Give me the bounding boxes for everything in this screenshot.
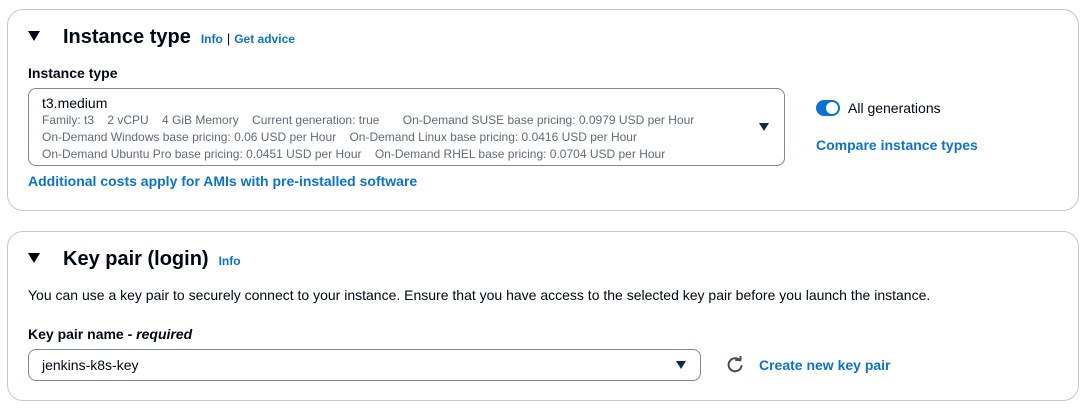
all-generations-toggle[interactable] (816, 100, 840, 116)
key-pair-field-label-text: Key pair name - (28, 326, 137, 342)
key-pair-selected: jenkins-k8s-key (42, 357, 139, 373)
key-pair-description: You can use a key pair to securely conne… (28, 287, 931, 303)
dropdown-caret-icon (759, 123, 769, 131)
instance-type-field-label: Instance type (28, 65, 118, 81)
instance-type-select[interactable]: t3.medium Family: t3 2 vCPU 4 GiB Memory… (28, 88, 785, 166)
key-pair-header[interactable]: Key pair (login) Info (28, 248, 241, 271)
instance-type-header[interactable]: Instance type Info | Get advice (28, 26, 295, 49)
instance-type-details-line-1: Family: t3 2 vCPU 4 GiB Memory Current g… (42, 113, 695, 127)
key-pair-panel: Key pair (login) Info You can use a key … (7, 231, 1079, 401)
info-link[interactable]: Info (201, 32, 223, 46)
create-new-key-pair-link[interactable]: Create new key pair (759, 357, 891, 373)
caret-down-icon[interactable] (28, 253, 40, 263)
caret-down-icon[interactable] (28, 31, 40, 41)
info-link[interactable]: Info (219, 254, 241, 268)
key-pair-heading: Key pair (login) (63, 248, 209, 270)
instance-type-selected-name: t3.medium (42, 95, 108, 111)
compare-instance-types-link[interactable]: Compare instance types (816, 137, 978, 153)
instance-type-details-line-3: On-Demand Ubuntu Pro base pricing: 0.045… (42, 147, 666, 161)
ami-costs-link[interactable]: Additional costs apply for AMIs with pre… (28, 173, 417, 189)
all-generations-label: All generations (848, 100, 941, 116)
instance-type-panel: Instance type Info | Get advice Instance… (7, 9, 1079, 211)
separator: | (226, 31, 231, 46)
required-marker: required (136, 326, 193, 342)
instance-type-details-line-2: On-Demand Windows base pricing: 0.06 USD… (42, 130, 637, 144)
toggle-knob (826, 102, 838, 114)
dropdown-caret-icon (676, 361, 686, 369)
get-advice-link[interactable]: Get advice (234, 32, 295, 46)
refresh-icon[interactable] (726, 355, 744, 379)
key-pair-select[interactable]: jenkins-k8s-key (28, 349, 701, 381)
all-generations-toggle-row: All generations (816, 100, 941, 116)
key-pair-field-label: Key pair name - required (28, 326, 192, 342)
instance-type-heading: Instance type (63, 26, 191, 48)
